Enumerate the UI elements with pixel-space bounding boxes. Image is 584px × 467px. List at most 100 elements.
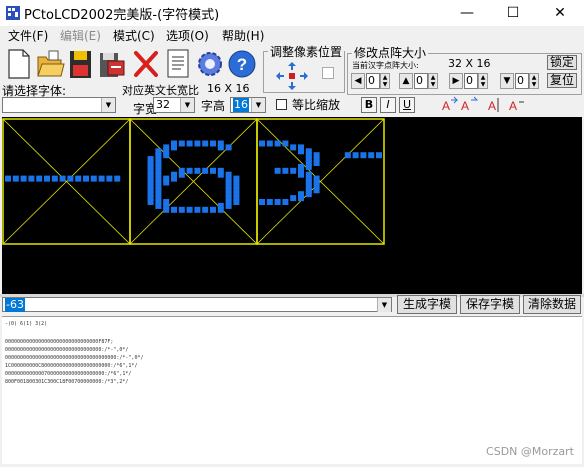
glyph-dot[interactable] bbox=[36, 175, 43, 182]
glyph-preview[interactable] bbox=[2, 117, 582, 294]
glyph-dot[interactable] bbox=[20, 175, 27, 182]
glyph-dot[interactable] bbox=[5, 175, 11, 182]
menu-help[interactable]: 帮助(H) bbox=[222, 27, 264, 44]
glyph-dot[interactable] bbox=[210, 167, 216, 174]
maximize-button[interactable]: ☐ bbox=[490, 0, 536, 26]
glyph-dot[interactable] bbox=[194, 140, 201, 147]
chevron-down-icon[interactable]: ▼ bbox=[180, 98, 194, 112]
menu-edit[interactable]: 编辑(E) bbox=[60, 27, 101, 44]
top-spinner-arrows[interactable]: ▲ ▼ bbox=[428, 73, 438, 89]
glyph-dot[interactable] bbox=[290, 167, 297, 174]
input-combo[interactable]: -63 ▼ bbox=[2, 297, 392, 312]
glyph-dot[interactable] bbox=[290, 195, 297, 202]
glyph-dot[interactable] bbox=[114, 175, 121, 182]
right-spinner[interactable]: 0 bbox=[464, 73, 478, 89]
width-select[interactable]: 32 ▼ bbox=[153, 97, 195, 113]
glyph-dot[interactable] bbox=[259, 140, 265, 147]
glyph-dot[interactable] bbox=[298, 148, 304, 155]
move-center-checkbox[interactable] bbox=[322, 67, 334, 79]
shrink-right-button[interactable]: ▶ bbox=[449, 73, 463, 89]
underline-button[interactable]: U bbox=[399, 97, 415, 113]
shrink-top-button[interactable]: ▲ bbox=[399, 73, 413, 89]
save-floppy-icon[interactable] bbox=[66, 47, 96, 81]
glyph-dot[interactable] bbox=[163, 179, 170, 186]
height-select[interactable]: 16 ▼ bbox=[230, 97, 266, 113]
mirror-icons[interactable]: A A bbox=[487, 96, 525, 114]
left-spinner[interactable]: 0 bbox=[366, 73, 380, 89]
shrink-bottom-button[interactable]: ▼ bbox=[500, 73, 514, 89]
glyph-dot[interactable] bbox=[98, 175, 105, 182]
glyph-dot[interactable] bbox=[75, 175, 82, 182]
glyph-dot[interactable] bbox=[282, 167, 289, 174]
minimize-button[interactable]: — bbox=[444, 0, 490, 26]
glyph-dot[interactable] bbox=[352, 152, 359, 159]
glyph-dot[interactable] bbox=[259, 199, 265, 205]
glyph-dot[interactable] bbox=[217, 171, 224, 178]
bottom-spinner-arrows[interactable]: ▲ ▼ bbox=[529, 73, 539, 89]
glyph-dot[interactable] bbox=[194, 206, 201, 213]
glyph-dot[interactable] bbox=[194, 167, 201, 174]
open-folder-icon[interactable] bbox=[35, 47, 65, 81]
glyph-dot[interactable] bbox=[313, 187, 320, 194]
glyph-dot[interactable] bbox=[282, 199, 289, 205]
settings-gear-icon[interactable] bbox=[195, 47, 225, 81]
glyph-dot[interactable] bbox=[233, 199, 240, 205]
bottom-spinner[interactable]: 0 bbox=[515, 73, 529, 89]
menu-file[interactable]: 文件(F) bbox=[8, 27, 48, 44]
menu-options[interactable]: 选项(O) bbox=[166, 27, 209, 44]
glyph-dot[interactable] bbox=[51, 175, 58, 182]
glyph-dot[interactable] bbox=[217, 206, 224, 213]
generate-button[interactable]: 生成字模 bbox=[397, 295, 457, 314]
glyph-dot[interactable] bbox=[282, 140, 289, 147]
glyph-dot[interactable] bbox=[171, 175, 177, 182]
glyph-dot[interactable] bbox=[83, 175, 89, 182]
chevron-down-icon[interactable]: ▼ bbox=[251, 98, 265, 112]
glyph-dot[interactable] bbox=[210, 140, 216, 147]
output-textarea[interactable]: -(0) 6(1) 3(2) 0000000000000000000000000… bbox=[2, 316, 582, 464]
glyph-dot[interactable] bbox=[266, 199, 273, 205]
glyph-dot[interactable] bbox=[344, 152, 351, 159]
chevron-down-icon[interactable]: ▼ bbox=[377, 298, 391, 312]
rotate-icons[interactable]: A A bbox=[441, 96, 479, 114]
glyph-dot[interactable] bbox=[90, 175, 97, 182]
glyph-dot[interactable] bbox=[28, 175, 35, 182]
lock-button[interactable]: 锁定 bbox=[547, 55, 577, 70]
glyph-dot[interactable] bbox=[178, 171, 185, 178]
glyph-dot[interactable] bbox=[178, 206, 185, 213]
glyph-dot[interactable] bbox=[186, 206, 193, 213]
notes-icon[interactable] bbox=[163, 47, 193, 81]
dot-matrix-canvas[interactable] bbox=[2, 117, 582, 294]
menu-mode[interactable]: 模式(C) bbox=[113, 27, 155, 44]
bold-button[interactable]: B bbox=[361, 97, 377, 113]
glyph-dot[interactable] bbox=[217, 144, 224, 151]
top-spinner[interactable]: 0 bbox=[414, 73, 428, 89]
font-select[interactable]: ▼ bbox=[2, 97, 116, 113]
proportional-checkbox[interactable] bbox=[276, 99, 287, 110]
glyph-dot[interactable] bbox=[290, 144, 297, 151]
glyph-dot[interactable] bbox=[376, 152, 382, 159]
glyph-dot[interactable] bbox=[178, 140, 185, 147]
glyph-dot[interactable] bbox=[147, 199, 154, 205]
glyph-dot[interactable] bbox=[59, 175, 66, 182]
input-text[interactable]: -63 bbox=[5, 298, 25, 312]
glyph-dot[interactable] bbox=[155, 202, 162, 209]
glyph-dot[interactable] bbox=[313, 160, 320, 166]
move-arrows-icon[interactable] bbox=[272, 60, 320, 92]
delete-x-icon[interactable] bbox=[131, 47, 161, 81]
glyph-dot[interactable] bbox=[106, 175, 113, 182]
glyph-dot[interactable] bbox=[225, 202, 232, 209]
glyph-dot[interactable] bbox=[171, 144, 177, 151]
glyph-dot[interactable] bbox=[274, 140, 281, 147]
glyph-dot[interactable] bbox=[274, 167, 281, 174]
glyph-dot[interactable] bbox=[186, 167, 193, 174]
clear-button[interactable]: 清除数据 bbox=[523, 295, 581, 314]
right-spinner-arrows[interactable]: ▲ ▼ bbox=[478, 73, 488, 89]
glyph-dot[interactable] bbox=[202, 206, 209, 213]
glyph-dot[interactable] bbox=[44, 175, 50, 182]
shrink-left-button[interactable]: ◀ bbox=[351, 73, 365, 89]
glyph-dot[interactable] bbox=[305, 191, 312, 198]
glyph-dot[interactable] bbox=[210, 206, 216, 213]
save-as-icon[interactable] bbox=[97, 47, 127, 81]
glyph-dot[interactable] bbox=[163, 152, 170, 159]
glyph-dot[interactable] bbox=[202, 167, 209, 174]
